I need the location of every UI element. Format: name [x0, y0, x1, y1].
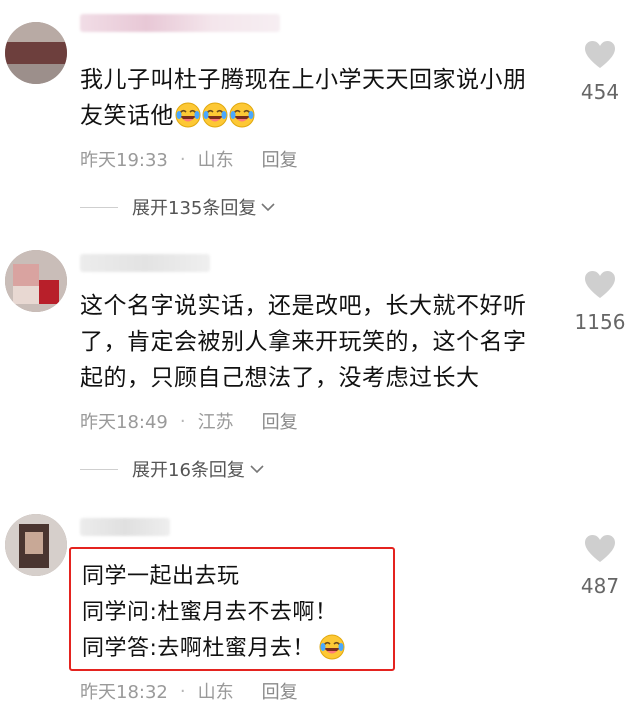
avatar[interactable] [5, 22, 67, 84]
like-button[interactable]: 487 [560, 534, 640, 598]
laughing-tears-emoji-icon [202, 102, 228, 128]
comment-line: 同学问:杜蜜月去不去啊！ [82, 600, 338, 625]
comment-location: 江苏 [197, 412, 234, 433]
comment-location: 山东 [197, 150, 234, 171]
expand-replies-button[interactable]: 展开16条回复 [80, 456, 265, 482]
reply-button[interactable]: 回复 [262, 408, 298, 434]
separator-dot: · [179, 680, 186, 702]
comment-text: 这个名字说实话，还是改吧，长大就不好听 了，肯定会被别人拿来开玩笑的，这个名字 … [80, 288, 560, 396]
like-count: 1156 [574, 310, 626, 334]
laughing-tears-emoji-icon [175, 102, 201, 128]
comment-line: 这个名字说实话，还是改吧，长大就不好听 [80, 293, 527, 319]
comment-meta: 昨天18:49 · 江苏 回复 [80, 408, 298, 434]
comment-text: 我儿子叫杜子腾现在上小学天天回家说小朋 友笑话他 [80, 62, 560, 134]
comment-location: 山东 [197, 682, 234, 703]
comment-time: 昨天18:49 [80, 412, 168, 433]
laughing-tears-emoji-icon [319, 634, 345, 660]
comment-line: 同学一起出去玩 [82, 564, 240, 589]
expand-replies-label: 展开135条回复 [132, 198, 257, 219]
separator-dot: · [179, 410, 186, 432]
divider-line [80, 206, 118, 208]
heart-icon [585, 41, 615, 68]
like-count: 487 [580, 574, 620, 598]
reply-button[interactable]: 回复 [262, 146, 298, 172]
comment-line: 我儿子叫杜子腾现在上小学天天回家说小朋 [80, 67, 527, 93]
reply-button[interactable]: 回复 [262, 678, 298, 704]
avatar[interactable] [5, 514, 67, 576]
comment-meta: 昨天18:32 · 山东 回复 [80, 678, 298, 704]
like-count: 454 [580, 80, 620, 104]
avatar[interactable] [5, 250, 67, 312]
heart-icon [585, 535, 615, 562]
like-button[interactable]: 454 [560, 40, 640, 104]
expand-replies-button[interactable]: 展开135条回复 [80, 194, 276, 220]
like-button[interactable]: 1156 [560, 270, 640, 334]
comment-time: 昨天19:33 [80, 150, 168, 171]
comment-line: 起的，只顾自己想法了，没考虑过长大 [80, 365, 480, 391]
comment-meta: 昨天19:33 · 山东 回复 [80, 146, 298, 172]
comment-line: 同学答:去啊杜蜜月去！ [82, 630, 345, 662]
separator-dot: · [179, 148, 186, 170]
chevron-down-icon [261, 203, 275, 212]
comment-time: 昨天18:32 [80, 682, 168, 703]
comment-line: 友笑话他 [80, 98, 560, 134]
chevron-down-icon [250, 465, 264, 474]
username[interactable] [80, 254, 210, 272]
heart-icon [585, 271, 615, 298]
laughing-tears-emoji-icon [229, 102, 255, 128]
comment-line: 了，肯定会被别人拿来开玩笑的，这个名字 [80, 329, 527, 355]
username[interactable] [80, 518, 170, 536]
username[interactable] [80, 14, 280, 32]
expand-replies-label: 展开16条回复 [132, 460, 245, 481]
divider-line [80, 468, 118, 470]
